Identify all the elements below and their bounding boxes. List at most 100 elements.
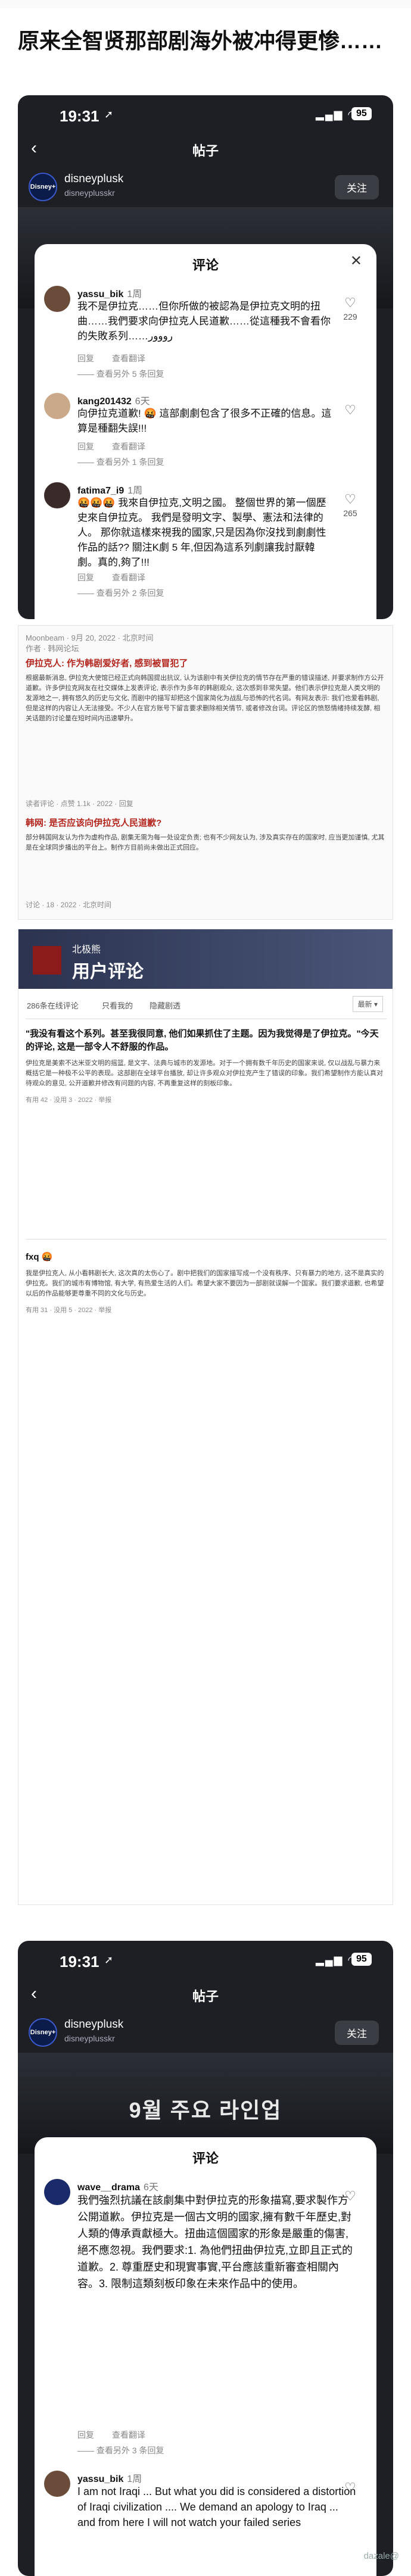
comment-actions: 回复 查看翻译 xyxy=(77,572,161,583)
location-icon: ➚ xyxy=(104,108,114,120)
avatar[interactable] xyxy=(44,393,70,419)
comment-item: yassu_bik 1周 我不是伊拉克……但你所做的被認為是伊拉克文明的扭曲……我… xyxy=(44,286,366,387)
location-icon: ➚ xyxy=(104,1954,114,1966)
status-time: 19:31 xyxy=(60,107,99,125)
comment-user[interactable]: yassu_bik 1周 xyxy=(77,286,142,300)
comment-user[interactable]: yassu_bik 1周 xyxy=(77,2471,142,2485)
more-replies-link[interactable]: —— 查看另外 3 条回复 xyxy=(77,2444,164,2456)
avatar[interactable] xyxy=(44,482,70,508)
poster-text: 9월 주요 라인업 xyxy=(129,2098,282,2122)
like-count: 229 xyxy=(343,312,357,321)
view-translation-link[interactable]: 查看翻译 xyxy=(112,573,145,582)
heart-icon[interactable]: ♡ xyxy=(338,2480,362,2496)
heart-icon[interactable]: ♡ xyxy=(338,2188,362,2204)
article-meta-2: 作者 · 韩网论坛 xyxy=(26,644,79,653)
article-heading-2: 韩网: 是否应该向伊拉克人民道歉? xyxy=(26,818,162,828)
article-heading: 伊拉克人: 作为韩剧爱好者, 感到被冒犯了 xyxy=(26,658,188,669)
heart-icon[interactable]: ♡ xyxy=(338,492,362,507)
status-bar: 19:31 ➚ ▂▄▆ ◠ 95 xyxy=(18,1941,393,1979)
battery-icon: 95 xyxy=(351,107,372,120)
review-entry: "我没有看这个系列。甚至我很同意, 他们如果抓住了主题。因为我觉得是了伊拉克。"… xyxy=(26,1028,387,1104)
review-footer: 有用 31 · 没用 5 · 2022 · 举报 xyxy=(26,1307,112,1314)
comment-actions: 回复 查看翻译 xyxy=(77,352,161,364)
avatar[interactable] xyxy=(44,2471,70,2497)
comment-text: 我不是伊拉克……但你所做的被認為是伊拉克文明的扭曲……我們要求向伊拉克人民道歉…… xyxy=(77,301,331,342)
sheet-title: 评论 xyxy=(192,258,219,273)
heart-icon[interactable]: ♡ xyxy=(338,402,362,418)
account-row: Disney+ disneyplusk disneyplusskr 关注 xyxy=(18,2013,393,2052)
comment-user[interactable]: wave__drama 6天 xyxy=(77,2179,158,2193)
article-footer-2: 讨论 · 18 · 2022 · 北京时间 xyxy=(26,901,112,909)
comment-item: kang201432 6天 向伊拉克道歉! 🤬 這部劇劇包含了很多不正確的信息。這… xyxy=(44,393,366,476)
tab-all[interactable]: 286条在线评论 xyxy=(27,1000,79,1011)
phone-screenshot-2: 19:31 ➚ ▂▄▆ ◠ 95 ‹ 帖子 Disney+ disneyplus… xyxy=(18,1941,393,2576)
comment-text: 我們強烈抗議在該劇集中對伊拉克的形象描寫,要求製作方公開道歉。伊拉克是一個古文明… xyxy=(77,2194,353,2290)
more-replies-link[interactable]: —— 查看另外 1 条回复 xyxy=(77,456,164,468)
reply-button[interactable]: 回复 xyxy=(77,442,94,451)
review-heading: 用户评论 xyxy=(72,962,144,982)
comment-actions: 回复 查看翻译 xyxy=(77,441,161,452)
comment-item: fatima7_i9 1周 🤬🤬🤬 我來自伊拉克,文明之國。 整個世界的第一個歷史… xyxy=(44,482,366,601)
comment-text: I am not Iraqi ... But what you did is c… xyxy=(77,2486,356,2528)
reply-button[interactable]: 回复 xyxy=(77,2430,94,2440)
comment-user[interactable]: fatima7_i9 1周 xyxy=(77,482,142,497)
comment-user[interactable]: kang201432 6天 xyxy=(77,393,150,407)
review-screenshot: 北极熊 用户评论 286条在线评论 只看我的 隐藏剧透 最新 ▾ "我没有看这个… xyxy=(18,929,393,1905)
article-meta: Moonbeam · 9月 20, 2022 · 北京时间 xyxy=(26,633,154,642)
post-title: 原来全智贤那部剧海外被冲得更惨…… xyxy=(18,29,383,53)
comment-text: 🤬🤬🤬 我來自伊拉克,文明之國。 整個世界的第一個歷史來自伊拉克。 我們是發明文… xyxy=(77,497,326,568)
tab-hide-spoilers[interactable]: 隐藏剧透 xyxy=(150,1000,180,1011)
comment-actions: 回复 查看翻译 xyxy=(77,2429,161,2441)
nav-bar: ‹ 帖子 xyxy=(18,133,393,167)
avatar[interactable] xyxy=(44,2179,70,2205)
nav-title: 帖子 xyxy=(192,1989,219,2004)
review-body: 我是伊拉克人, 从小看韩剧长大, 这次真的太伤心了。剧中把我们的国家描写成一个没… xyxy=(26,1270,384,1297)
comment-item: yassu_bik 1周 I am not Iraqi ... But what … xyxy=(44,2471,366,2572)
review-user: fxq 🤬 xyxy=(26,1252,53,1262)
avatar[interactable]: Disney+ xyxy=(29,2018,57,2047)
heart-icon[interactable]: ♡ xyxy=(338,295,362,311)
article-body-2: 部分韩国网友认为作为虚构作品, 剧集无需为每一处设定负责; 也有不少网友认为, … xyxy=(26,834,385,851)
nav-title: 帖子 xyxy=(192,143,219,158)
follow-button[interactable]: 关注 xyxy=(335,2021,379,2045)
tab-mine[interactable]: 只看我的 xyxy=(102,1000,133,1011)
status-time: 19:31 xyxy=(60,1953,99,1971)
account-handle[interactable]: disneyplusk xyxy=(64,2018,123,2031)
review-tabs: 286条在线评论 只看我的 隐藏剧透 xyxy=(18,995,393,1015)
sort-select[interactable]: 最新 ▾ xyxy=(352,996,383,1012)
view-translation-link[interactable]: 查看翻译 xyxy=(112,354,145,363)
review-banner: 北极熊 用户评论 xyxy=(18,929,393,989)
comment-sheet: 评论 ✕ yassu_bik 1周 我不是伊拉克……但你所做的被認為是伊拉克文明的… xyxy=(35,244,376,619)
comment-text: 向伊拉克道歉! 🤬 這部劇劇包含了很多不正確的信息。這算是種翻失誤!!! xyxy=(77,408,332,434)
comment-sheet: 评论 wave__drama 6天 我們強烈抗議在該劇集中對伊拉克的形象描寫,要求… xyxy=(35,2137,376,2576)
status-bar: 19:31 ➚ ▂▄▆ ◠ 95 xyxy=(18,95,393,133)
close-icon[interactable]: ✕ xyxy=(350,252,362,270)
follow-button[interactable]: 关注 xyxy=(335,175,379,199)
phone-screenshot-1: 19:31 ➚ ▂▄▆ ◠ 95 ‹ 帖子 Disney+ disneyplus… xyxy=(18,95,393,619)
article-screenshot: Moonbeam · 9月 20, 2022 · 北京时间 作者 · 韩网论坛 … xyxy=(18,625,393,920)
review-body: 伊拉克是美索不达米亚文明的摇篮, 是文字、法典与城市的发源地。对于一个拥有数千年… xyxy=(26,1060,384,1087)
view-translation-link[interactable]: 查看翻译 xyxy=(112,2430,145,2440)
avatar[interactable] xyxy=(44,286,70,312)
reply-button[interactable]: 回复 xyxy=(77,573,94,582)
more-replies-link[interactable]: —— 查看另外 2 条回复 xyxy=(77,587,164,599)
review-footer: 有用 42 · 没用 3 · 2022 · 举报 xyxy=(26,1097,112,1104)
account-sub-handle: disneyplusskr xyxy=(64,188,115,198)
article-body: 根据最新消息, 伊拉克大使馆已经正式向韩国提出抗议, 认为该剧中有关伊拉克的情节… xyxy=(26,675,384,722)
view-translation-link[interactable]: 查看翻译 xyxy=(112,442,145,451)
account-handle[interactable]: disneyplusk xyxy=(64,173,123,186)
sheet-title: 评论 xyxy=(192,2151,219,2166)
review-title: "我没有看这个系列。甚至我很同意, 他们如果抓住了主题。因为我觉得是了伊拉克。"… xyxy=(26,1029,379,1052)
show-poster xyxy=(33,946,61,975)
avatar[interactable]: Disney+ xyxy=(29,173,57,201)
show-name: 北极熊 xyxy=(72,945,101,955)
comment-item: wave__drama 6天 我們強烈抗議在該劇集中對伊拉克的形象描寫,要求製作方… xyxy=(44,2179,366,2459)
account-sub-handle: disneyplusskr xyxy=(64,2034,115,2043)
reply-button[interactable]: 回复 xyxy=(77,354,94,363)
nav-bar: ‹ 帖子 xyxy=(18,1979,393,2012)
account-row: Disney+ disneyplusk disneyplusskr 关注 xyxy=(18,168,393,206)
watermark: dazale@ xyxy=(363,2551,399,2561)
top-strip xyxy=(0,0,411,8)
battery-icon: 95 xyxy=(351,1953,372,1966)
more-replies-link[interactable]: —— 查看另外 5 条回复 xyxy=(77,368,164,380)
